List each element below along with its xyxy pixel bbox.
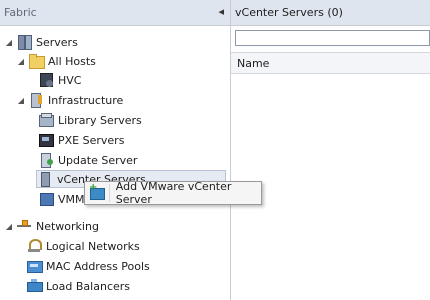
tree-node-label: PXE Servers <box>58 133 125 147</box>
tree-node-servers[interactable]: ◢ Servers <box>4 33 78 51</box>
tree-node-logical-networks[interactable]: Logical Networks <box>26 237 140 255</box>
tree-node-label: All Hosts <box>48 54 96 68</box>
tree-node-label: Servers <box>36 35 78 49</box>
context-menu: Add VMware vCenter Server <box>84 180 262 206</box>
tree-node-vmm[interactable]: VMM <box>38 190 85 208</box>
results-pane-header: vCenter Servers (0) <box>231 0 430 26</box>
expand-arrow-icon[interactable]: ◢ <box>16 57 26 66</box>
infrastructure-icon <box>28 92 44 108</box>
fabric-pane-title: Fabric <box>4 6 37 19</box>
expand-arrow-icon[interactable]: ◢ <box>4 222 14 231</box>
fabric-pane-header: Fabric ◂ <box>0 0 230 26</box>
column-header-label: Name <box>237 57 270 70</box>
update-server-icon <box>38 152 54 168</box>
tree-node-label: Library Servers <box>58 113 142 127</box>
search-filter-input[interactable] <box>235 30 430 46</box>
tree-node-label: Logical Networks <box>46 239 140 253</box>
collapse-pane-button[interactable]: ◂ <box>218 5 224 18</box>
tree-node-networking[interactable]: ◢ Networking <box>4 217 99 235</box>
menu-item-label: Add VMware vCenter Server <box>115 180 232 206</box>
tree-node-label: HVC <box>58 73 82 87</box>
tree-node-label: Infrastructure <box>48 93 124 107</box>
pxe-server-icon <box>38 132 54 148</box>
tree-node-label: Load Balancers <box>46 279 131 293</box>
servers-icon <box>16 34 32 50</box>
column-header-name[interactable]: Name <box>231 52 430 74</box>
vmm-server-icon <box>38 191 54 207</box>
fabric-navigation-pane: Fabric ◂ ◢ Servers ◢ All Hosts HVC ◢ Inf… <box>0 0 231 300</box>
tree-node-label: VMM <box>58 192 85 206</box>
folder-icon <box>28 53 45 69</box>
expand-arrow-icon[interactable]: ◢ <box>4 38 14 47</box>
add-vcenter-icon <box>89 182 105 201</box>
networking-icon <box>16 218 32 234</box>
tree-node-update-server[interactable]: Update Server <box>38 151 137 169</box>
tree-node-hvc[interactable]: HVC <box>38 71 81 89</box>
tree-node-label: Update Server <box>58 153 138 167</box>
tree-node-all-hosts[interactable]: ◢ All Hosts <box>16 52 96 70</box>
mac-pool-icon <box>26 258 43 274</box>
expand-arrow-icon[interactable]: ◢ <box>16 96 26 105</box>
tree-node-load-balancers[interactable]: Load Balancers <box>26 277 130 295</box>
tree-node-mac-address-pools[interactable]: MAC Address Pools <box>26 257 150 275</box>
vcenter-server-icon <box>37 171 53 187</box>
vcenter-servers-pane: vCenter Servers (0) Name <box>231 0 430 300</box>
host-icon <box>38 72 54 88</box>
tree-node-label: MAC Address Pools <box>46 259 150 273</box>
add-vmware-vcenter-server-menu-item[interactable]: Add VMware vCenter Server <box>87 180 259 206</box>
tree-node-library-servers[interactable]: Library Servers <box>38 111 142 129</box>
tree-node-label: Networking <box>36 219 99 233</box>
load-balancer-icon <box>26 278 43 294</box>
library-server-icon <box>38 112 54 128</box>
results-pane-title: vCenter Servers (0) <box>235 6 343 19</box>
tree-node-pxe-servers[interactable]: PXE Servers <box>38 131 124 149</box>
tree-node-infrastructure[interactable]: ◢ Infrastructure <box>16 91 123 109</box>
logical-network-icon <box>26 238 42 254</box>
